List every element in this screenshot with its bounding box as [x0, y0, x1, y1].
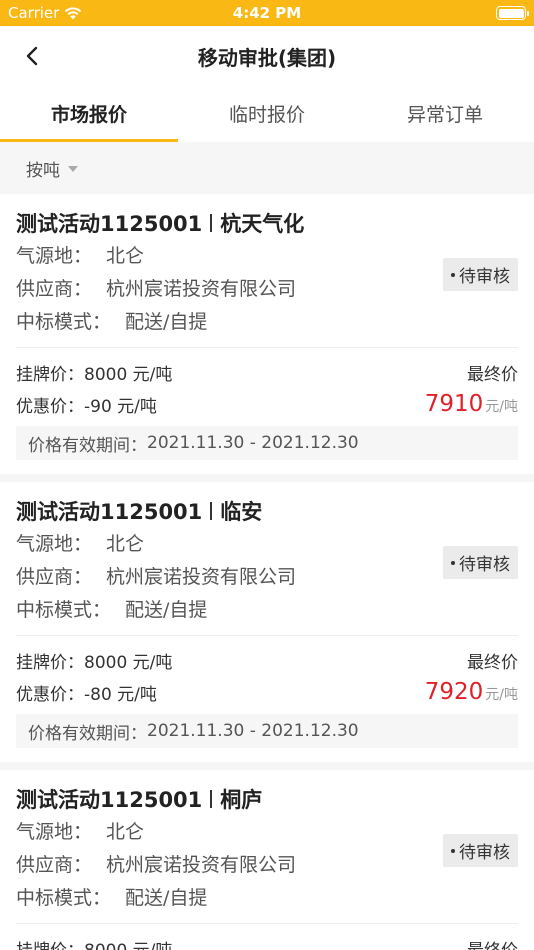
- region-name: 桐庐: [220, 788, 263, 812]
- validity-period: 价格有效期间： 2021.11.30 - 2021.12.30: [16, 426, 518, 460]
- unit-filter-label: 按吨: [26, 160, 60, 181]
- final-price-unit: 元/吨: [485, 687, 518, 703]
- battery-icon: [496, 6, 529, 20]
- quote-card[interactable]: 测试活动1125001 桐庐 气源地： 北仑 供应商： 杭州宸诺投资有限公司 中…: [0, 770, 534, 950]
- gas-source-value: 北仑: [106, 533, 145, 555]
- final-price-label: 最终价: [467, 936, 518, 950]
- quote-card[interactable]: 测试活动1125001 临安 气源地： 北仑 供应商： 杭州宸诺投资有限公司 中…: [0, 482, 534, 770]
- tab-market-quote[interactable]: 市场报价: [0, 86, 178, 142]
- gas-source-label: 气源地：: [16, 533, 93, 555]
- activity-name: 测试活动1125001: [16, 500, 203, 524]
- gas-source-value: 北仑: [106, 821, 145, 843]
- region-name: 临安: [220, 500, 263, 524]
- list-price: 挂牌价：8000 元/吨: [16, 936, 172, 950]
- validity-period: 价格有效期间： 2021.11.30 - 2021.12.30: [16, 714, 518, 748]
- final-price-label: 最终价: [467, 652, 518, 673]
- title-separator: [210, 214, 213, 232]
- final-price: 7920 元/吨: [425, 679, 518, 705]
- status-dot: [451, 272, 455, 277]
- quote-list: 测试活动1125001 杭天气化 气源地： 北仑 供应商： 杭州宸诺投资有限公司…: [0, 194, 534, 950]
- final-price: 7910 元/吨: [425, 391, 518, 417]
- divider: [16, 923, 518, 924]
- mode-row: 中标模式： 配送/自提: [16, 304, 518, 337]
- status-badge: 待审核: [443, 258, 518, 291]
- mode-value: 配送/自提: [125, 311, 208, 333]
- status-badge: 待审核: [443, 834, 518, 867]
- activity-name: 测试活动1125001: [16, 212, 203, 236]
- list-price-row: 挂牌价：8000 元/吨 最终价: [16, 356, 518, 388]
- card-title: 测试活动1125001 临安: [16, 496, 518, 526]
- mode-row: 中标模式： 配送/自提: [16, 592, 518, 625]
- mode-label: 中标模式：: [16, 599, 112, 621]
- list-price-row: 挂牌价：8000 元/吨 最终价: [16, 644, 518, 676]
- list-price: 挂牌价：8000 元/吨: [16, 364, 173, 385]
- list-price-row: 挂牌价：8000 元/吨 最终价: [16, 932, 518, 950]
- gas-source-value: 北仑: [106, 245, 145, 267]
- gas-source-label: 气源地：: [16, 245, 93, 267]
- unit-filter[interactable]: 按吨: [0, 142, 534, 194]
- title-separator: [210, 502, 213, 520]
- final-price-value: 7910: [424, 391, 484, 417]
- title-separator: [210, 790, 213, 808]
- gas-source-label: 气源地：: [16, 821, 93, 843]
- supplier-label: 供应商：: [16, 566, 93, 588]
- status-text: 待审核: [459, 843, 510, 863]
- divider: [16, 347, 518, 348]
- status-bar: Carrier 4:42 PM: [0, 0, 534, 26]
- status-dot: [451, 560, 455, 565]
- status-badge: 待审核: [443, 546, 518, 579]
- mode-label: 中标模式：: [16, 311, 112, 333]
- supplier-label: 供应商：: [16, 854, 93, 876]
- final-price-label: 最终价: [467, 364, 518, 385]
- discount-price: 优惠价：-90 元/吨: [16, 396, 157, 417]
- supplier-value: 杭州宸诺投资有限公司: [106, 566, 297, 588]
- supplier-value: 杭州宸诺投资有限公司: [106, 854, 297, 876]
- tab-temporary-quote[interactable]: 临时报价: [178, 86, 356, 142]
- divider: [16, 635, 518, 636]
- tab-bar: 市场报价 临时报价 异常订单: [0, 86, 534, 142]
- mode-value: 配送/自提: [125, 599, 208, 621]
- final-price-value: 7920: [424, 679, 484, 705]
- discount-row: 优惠价：-80 元/吨 7920 元/吨: [16, 676, 518, 708]
- nav-bar: 移动审批(集团): [0, 26, 534, 86]
- final-price-unit: 元/吨: [485, 399, 518, 415]
- region-name: 杭天气化: [220, 212, 305, 236]
- activity-name: 测试活动1125001: [16, 788, 203, 812]
- card-title: 测试活动1125001 杭天气化: [16, 208, 518, 238]
- mode-label: 中标模式：: [16, 887, 112, 909]
- tab-abnormal-orders[interactable]: 异常订单: [356, 86, 534, 142]
- caret-down-icon: [68, 166, 78, 172]
- discount-row: 优惠价：-90 元/吨 7910 元/吨: [16, 388, 518, 420]
- mode-row: 中标模式： 配送/自提: [16, 880, 518, 913]
- discount-price: 优惠价：-80 元/吨: [16, 684, 157, 705]
- mode-value: 配送/自提: [125, 887, 208, 909]
- quote-card[interactable]: 测试活动1125001 杭天气化 气源地： 北仑 供应商： 杭州宸诺投资有限公司…: [0, 194, 534, 482]
- supplier-value: 杭州宸诺投资有限公司: [106, 278, 297, 300]
- card-title: 测试活动1125001 桐庐: [16, 784, 518, 814]
- supplier-label: 供应商：: [16, 278, 93, 300]
- page-title: 移动审批(集团): [197, 46, 337, 70]
- status-dot: [451, 848, 455, 853]
- status-text: 待审核: [459, 555, 510, 575]
- list-price: 挂牌价：8000 元/吨: [16, 652, 173, 673]
- status-text: 待审核: [459, 267, 510, 287]
- clock: 4:42 PM: [232, 4, 302, 22]
